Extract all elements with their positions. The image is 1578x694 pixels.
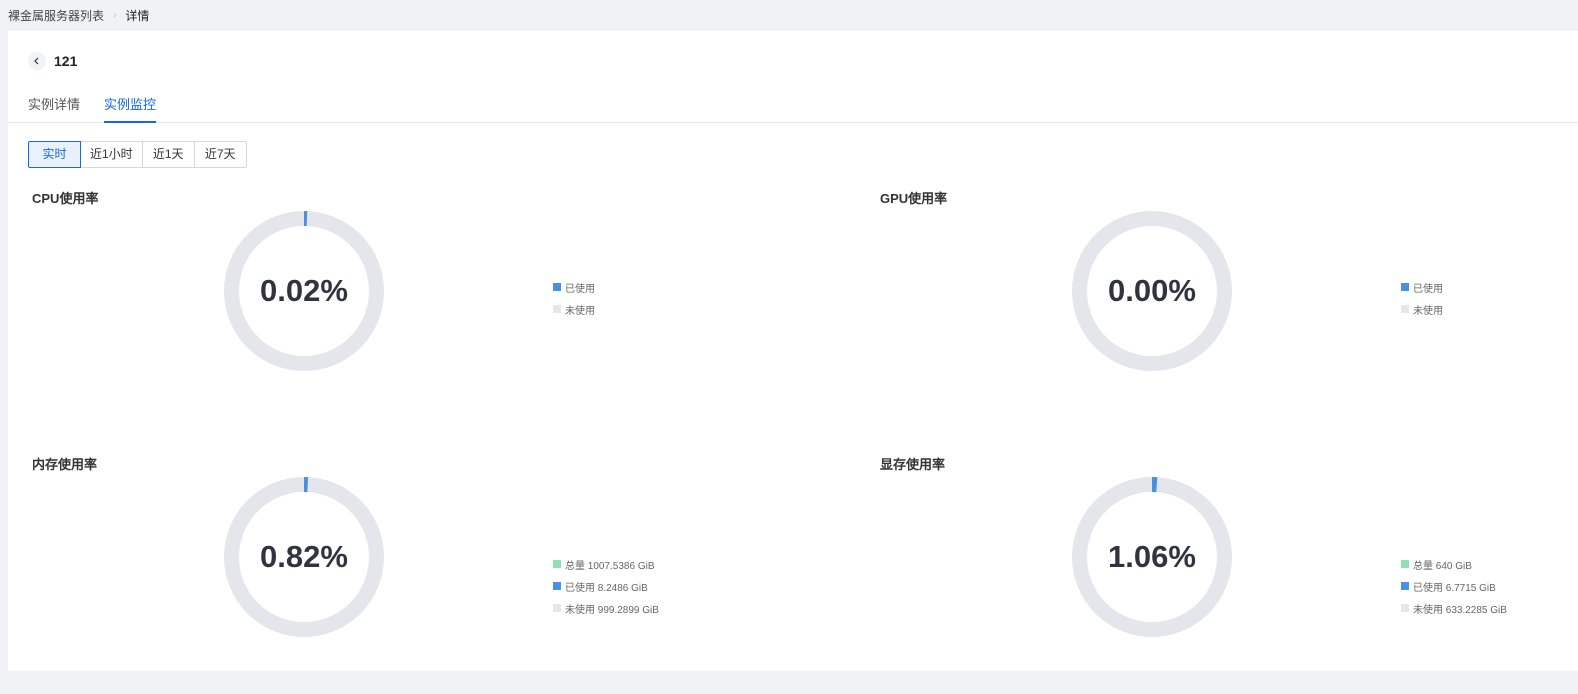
legend-swatch	[1401, 283, 1409, 291]
breadcrumb: 裸金属服务器列表 › 详情	[0, 0, 1578, 30]
legend-swatch	[553, 582, 561, 590]
legend-label: 未使用 633.2285 GiB	[1413, 604, 1507, 616]
legend-label: 已使用	[1413, 283, 1443, 295]
page-title: 121	[54, 53, 78, 69]
vram-usage-gauge: 1.06%	[1072, 477, 1232, 637]
chevron-right-icon: ›	[113, 9, 117, 21]
breadcrumb-detail: 详情	[125, 8, 150, 23]
legend-item-unused[interactable]: 未使用 633.2285 GiB	[1401, 597, 1507, 619]
legend-label: 总量 640 GiB	[1413, 560, 1472, 572]
vram-usage-value: 1.06%	[1108, 539, 1196, 574]
cpu-usage-title: CPU使用率	[32, 191, 99, 206]
legend-label: 未使用	[565, 305, 595, 317]
cpu-usage-panel: CPU使用率 0.02% 已使用 未使用	[28, 188, 808, 428]
page-header: 121	[28, 52, 77, 70]
legend-label: 已使用	[565, 283, 595, 295]
legend-item-total[interactable]: 总量 640 GiB	[1401, 553, 1507, 575]
cpu-usage-legend: 已使用 未使用	[553, 276, 595, 320]
tab-bar: 实例详情 实例监控	[8, 89, 1578, 123]
legend-swatch	[553, 604, 561, 612]
legend-item-used[interactable]: 已使用 6.7715 GiB	[1401, 575, 1507, 597]
legend-swatch	[553, 305, 561, 313]
legend-label: 总量 1007.5386 GiB	[565, 560, 655, 572]
range-button-realtime[interactable]: 实时	[28, 141, 81, 168]
range-button-1h[interactable]: 近1小时	[80, 141, 143, 168]
tab-instance-detail[interactable]: 实例详情	[28, 94, 80, 121]
memory-usage-legend: 总量 1007.5386 GiB 已使用 8.2486 GiB 未使用 999.…	[553, 553, 659, 619]
gpu-usage-value: 0.00%	[1108, 273, 1196, 308]
vram-usage-title: 显存使用率	[880, 457, 946, 472]
chevron-left-icon	[34, 57, 39, 65]
gpu-usage-legend: 已使用 未使用	[1401, 276, 1443, 320]
legend-swatch	[1401, 305, 1409, 313]
range-button-1d[interactable]: 近1天	[141, 141, 195, 168]
range-button-7d[interactable]: 近7天	[193, 141, 247, 168]
memory-usage-title: 内存使用率	[32, 457, 98, 472]
cpu-usage-value: 0.02%	[260, 273, 348, 308]
legend-label: 已使用 6.7715 GiB	[1413, 582, 1496, 594]
legend-label: 已使用 8.2486 GiB	[565, 582, 648, 594]
legend-item-unused[interactable]: 未使用	[553, 298, 595, 320]
legend-swatch	[1401, 604, 1409, 612]
legend-item-total[interactable]: 总量 1007.5386 GiB	[553, 553, 659, 575]
vram-usage-panel: 显存使用率 1.06% 总量 640 GiB 已使用 6.7715 GiB 未使…	[876, 454, 1578, 694]
legend-swatch	[1401, 582, 1409, 590]
legend-item-unused[interactable]: 未使用 999.2899 GiB	[553, 597, 659, 619]
gpu-usage-title: GPU使用率	[880, 191, 948, 206]
memory-usage-gauge: 0.82%	[224, 477, 384, 637]
legend-label: 未使用 999.2899 GiB	[565, 604, 659, 616]
tab-instance-monitor[interactable]: 实例监控	[104, 94, 157, 123]
gpu-usage-panel: GPU使用率 0.00% 已使用 未使用	[876, 188, 1578, 428]
gpu-usage-gauge: 0.00%	[1072, 211, 1232, 371]
legend-swatch	[553, 283, 561, 291]
legend-label: 未使用	[1413, 305, 1443, 317]
legend-item-unused[interactable]: 未使用	[1401, 298, 1443, 320]
breadcrumb-server-list[interactable]: 裸金属服务器列表	[8, 7, 104, 24]
legend-item-used[interactable]: 已使用	[1401, 276, 1443, 298]
legend-item-used[interactable]: 已使用	[553, 276, 595, 298]
vram-usage-legend: 总量 640 GiB 已使用 6.7715 GiB 未使用 633.2285 G…	[1401, 553, 1507, 619]
legend-swatch	[553, 560, 561, 568]
memory-usage-panel: 内存使用率 0.82% 总量 1007.5386 GiB 已使用 8.2486 …	[28, 454, 808, 694]
legend-swatch	[1401, 560, 1409, 568]
time-range-selector: 实时 近1小时 近1天 近7天	[28, 141, 247, 168]
memory-usage-value: 0.82%	[260, 539, 348, 574]
legend-item-used[interactable]: 已使用 8.2486 GiB	[553, 575, 659, 597]
back-button[interactable]	[28, 52, 46, 70]
cpu-usage-gauge: 0.02%	[224, 211, 384, 371]
detail-card: 121 实例详情 实例监控 实时 近1小时 近1天 近7天 CPU使用率 0.0…	[8, 31, 1578, 671]
